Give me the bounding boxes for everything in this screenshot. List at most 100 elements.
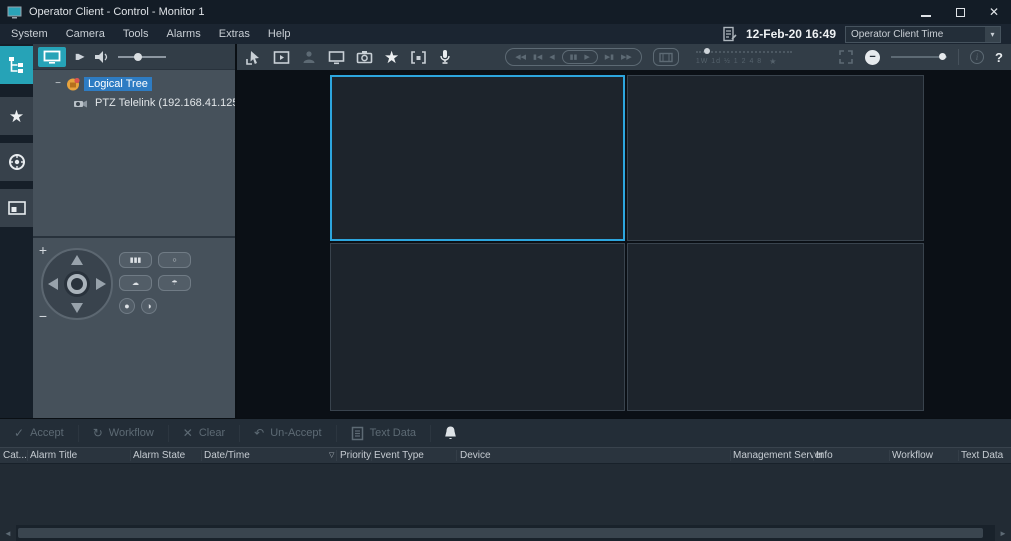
minimize-button[interactable] — [909, 0, 943, 24]
logical-tree-icon — [7, 55, 27, 75]
fast-forward-button[interactable]: ▶▶ — [621, 53, 632, 61]
zoom-slider[interactable] — [891, 50, 947, 64]
app-icon — [7, 6, 22, 19]
menu-extras[interactable]: Extras — [210, 28, 259, 40]
fullscreen-button[interactable] — [838, 49, 854, 65]
intercom-button[interactable] — [438, 49, 452, 65]
menubar-right: 12-Feb-20 16:49 Operator Client Time ▾ — [722, 26, 1011, 43]
col-info[interactable]: Info — [816, 450, 833, 461]
timeline-scale-labels: 1W 1d ½ 1 2 4 8 — [696, 58, 762, 65]
light-button[interactable]: ○ — [158, 252, 191, 268]
timeline-track — [696, 51, 792, 53]
accept-alarm-button[interactable]: ✓ Accept — [0, 425, 79, 442]
col-management-server[interactable]: Management Server — [733, 450, 824, 461]
monitor-icon — [328, 50, 345, 65]
focus-button[interactable]: ▮▮▮ — [119, 252, 152, 268]
col-device[interactable]: Device — [460, 450, 491, 461]
pause-button[interactable]: ▮▮ — [570, 53, 578, 61]
menu-camera[interactable]: Camera — [57, 28, 114, 40]
text-data-button[interactable]: Text Data — [337, 425, 431, 442]
unaccept-alarm-button[interactable]: ↶ Un-Accept — [240, 425, 336, 442]
image-pane-surface — [237, 70, 1011, 418]
image-pane-4[interactable] — [627, 243, 924, 411]
play-button[interactable]: ▶ — [584, 53, 589, 61]
col-alarm-title[interactable]: Alarm Title — [30, 450, 77, 461]
monitor-wall-button[interactable] — [328, 50, 345, 65]
col-priority[interactable]: Priority — [340, 450, 371, 461]
tab-bookmarks[interactable] — [0, 143, 33, 181]
menu-help[interactable]: Help — [259, 28, 300, 40]
image-pane-3[interactable] — [330, 243, 625, 411]
clear-x-icon: ✕ — [183, 427, 193, 439]
image-pane-2[interactable] — [627, 75, 924, 241]
scrollbar-thumb[interactable] — [18, 528, 983, 538]
titlebar: Operator Client - Control - Monitor 1 ✕ — [0, 0, 1011, 24]
clear-alarm-button[interactable]: ✕ Clear — [169, 425, 240, 442]
tab-logical-tree[interactable] — [0, 46, 33, 84]
image-pane-1[interactable] — [330, 75, 625, 241]
menu-tools[interactable]: Tools — [114, 28, 158, 40]
scroll-right-button[interactable]: ► — [995, 525, 1011, 541]
bookmarks-icon — [7, 152, 27, 172]
workflow-icon: ↻ — [93, 427, 103, 439]
close-button[interactable]: ✕ — [977, 0, 1011, 24]
alarm-bell-button[interactable] — [443, 425, 458, 441]
tab-favorites[interactable]: ★ — [0, 97, 33, 135]
maximize-button[interactable] — [943, 0, 977, 24]
timeline-zoom-control[interactable]: 1W 1d ½ 1 2 4 8 ★ — [696, 49, 816, 66]
operator-client-window: Operator Client - Control - Monitor 1 ✕ … — [0, 0, 1011, 541]
col-workflow[interactable]: Workflow — [892, 450, 933, 461]
unaccept-label: Un-Accept — [270, 427, 321, 439]
col-text-data[interactable]: Text Data — [961, 450, 1003, 461]
time-mode-select[interactable]: Operator Client Time ▾ — [845, 26, 1001, 43]
tree-expander-icon[interactable]: − — [53, 78, 63, 89]
snapshot-button[interactable] — [356, 50, 373, 64]
logical-tree: − Logical Tree PTZ Telelink (192.168.41.… — [33, 70, 235, 235]
filter-icon[interactable]: ▽ — [329, 451, 334, 459]
ptz-joystick[interactable] — [39, 246, 115, 322]
speaker-icon[interactable] — [93, 50, 109, 64]
menu-system[interactable]: System — [2, 28, 57, 40]
timeline-slider[interactable] — [696, 49, 816, 54]
tab-image-panes[interactable] — [0, 189, 33, 227]
volume-thumb[interactable] — [134, 53, 142, 61]
step-back-button[interactable]: ▮◀ — [533, 53, 542, 61]
image-pane-button[interactable] — [410, 50, 427, 65]
instant-playback-icon[interactable]: ▮▶ — [75, 52, 84, 61]
col-datetime[interactable]: Date/Time — [204, 450, 250, 461]
iris-button[interactable]: ◑ — [141, 298, 157, 314]
info-button[interactable]: i — [970, 50, 984, 64]
zoom-out-button[interactable]: − — [865, 50, 880, 65]
accept-check-icon: ✓ — [14, 427, 24, 439]
rewind-button[interactable]: ◀◀ — [515, 53, 526, 61]
image-pane-bracket-icon — [410, 50, 427, 65]
tree-root-label[interactable]: Logical Tree — [84, 77, 152, 91]
col-alarm-state[interactable]: Alarm State — [133, 450, 185, 461]
export-button[interactable] — [653, 48, 679, 66]
horizontal-scrollbar[interactable]: ◄ ► — [0, 525, 1011, 541]
instant-replay-icon — [273, 50, 290, 65]
workflow-button[interactable]: ↻ Workflow — [79, 425, 169, 442]
timeline-thumb[interactable] — [704, 48, 710, 54]
deselect-pane-button[interactable] — [245, 49, 262, 66]
zoom-slider-thumb[interactable] — [939, 53, 946, 60]
play-reverse-button[interactable]: ◀ — [549, 53, 554, 61]
image-panes-icon — [7, 199, 27, 217]
user-button[interactable] — [301, 49, 317, 65]
tree-row-root[interactable]: − Logical Tree — [33, 74, 235, 93]
volume-slider[interactable] — [118, 50, 166, 64]
washer-button[interactable]: ☂ — [158, 275, 191, 291]
menu-alarms[interactable]: Alarms — [158, 28, 210, 40]
wiper-button[interactable]: ☁ — [119, 275, 152, 291]
col-category[interactable]: Cat... — [3, 450, 27, 461]
favorite-button[interactable]: ★ — [384, 49, 399, 66]
live-video-button[interactable] — [38, 47, 66, 67]
col-event-type[interactable]: Event Type — [374, 450, 424, 461]
scroll-left-button[interactable]: ◄ — [0, 525, 16, 541]
record-button[interactable]: ● — [119, 298, 135, 314]
step-forward-button[interactable]: ▶▮ — [605, 53, 614, 61]
tree-row-camera[interactable]: PTZ Telelink (192.168.41.125) [4] — [33, 93, 235, 112]
current-datetime: 12-Feb-20 16:49 — [746, 27, 836, 41]
replay-pane-button[interactable] — [273, 50, 290, 65]
help-button[interactable]: ? — [995, 50, 1003, 65]
